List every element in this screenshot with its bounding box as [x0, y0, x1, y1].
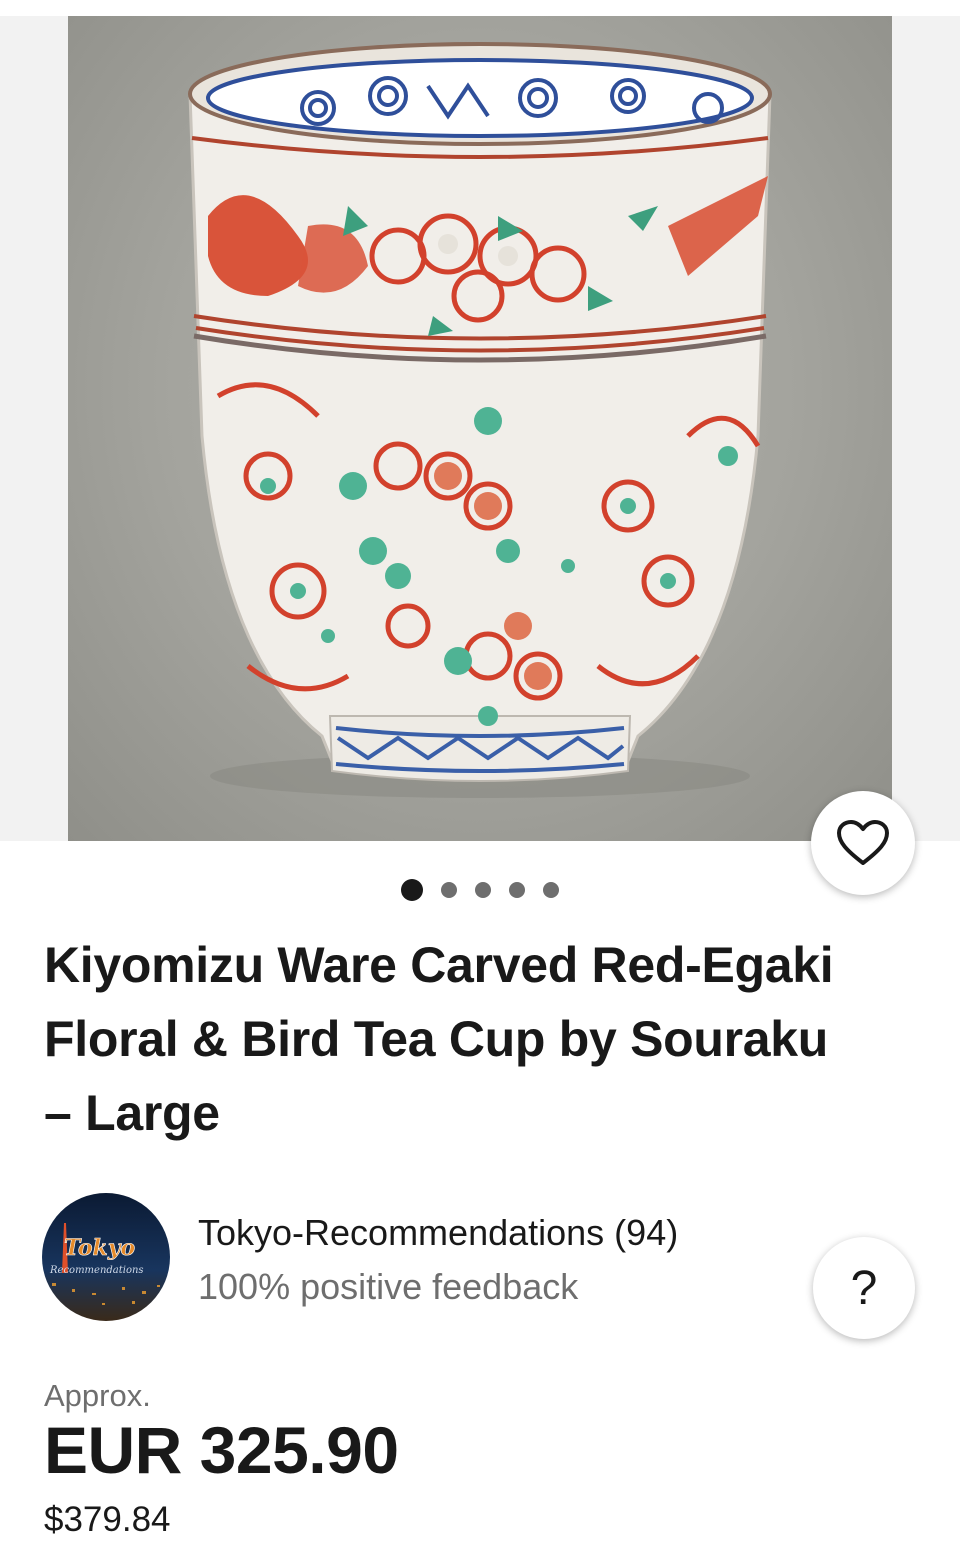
pagination-dot-active[interactable] [401, 879, 423, 901]
heart-outline-icon [837, 820, 889, 865]
price-amount: EUR 325.90 [44, 1413, 399, 1487]
status-bar-area [0, 0, 960, 16]
seller-avatar[interactable]: Tokyo Recommendations [42, 1193, 170, 1321]
tea-cup-image [188, 42, 772, 798]
avatar-logo-text: Tokyo [64, 1235, 135, 1261]
image-gallery[interactable] [0, 16, 960, 895]
price-approx-label: Approx. [44, 1378, 151, 1413]
product-photo[interactable] [68, 16, 892, 841]
pagination-dot[interactable] [543, 882, 559, 898]
seller-name-link[interactable]: Tokyo-Recommendations (94) [198, 1212, 678, 1254]
seller-feedback: 100% positive feedback [198, 1266, 579, 1307]
image-pagination-dots[interactable] [0, 879, 960, 901]
pagination-dot[interactable] [475, 882, 491, 898]
avatar-logo-subtext: Recommendations [49, 1265, 144, 1276]
help-button[interactable]: ? [813, 1237, 915, 1339]
question-mark-icon: ? [850, 1261, 878, 1315]
product-title: Kiyomizu Ware Carved Red-Egaki Floral & … [44, 937, 834, 1141]
price-converted: $379.84 [44, 1500, 171, 1539]
pagination-dot[interactable] [509, 882, 525, 898]
pagination-dot[interactable] [441, 882, 457, 898]
